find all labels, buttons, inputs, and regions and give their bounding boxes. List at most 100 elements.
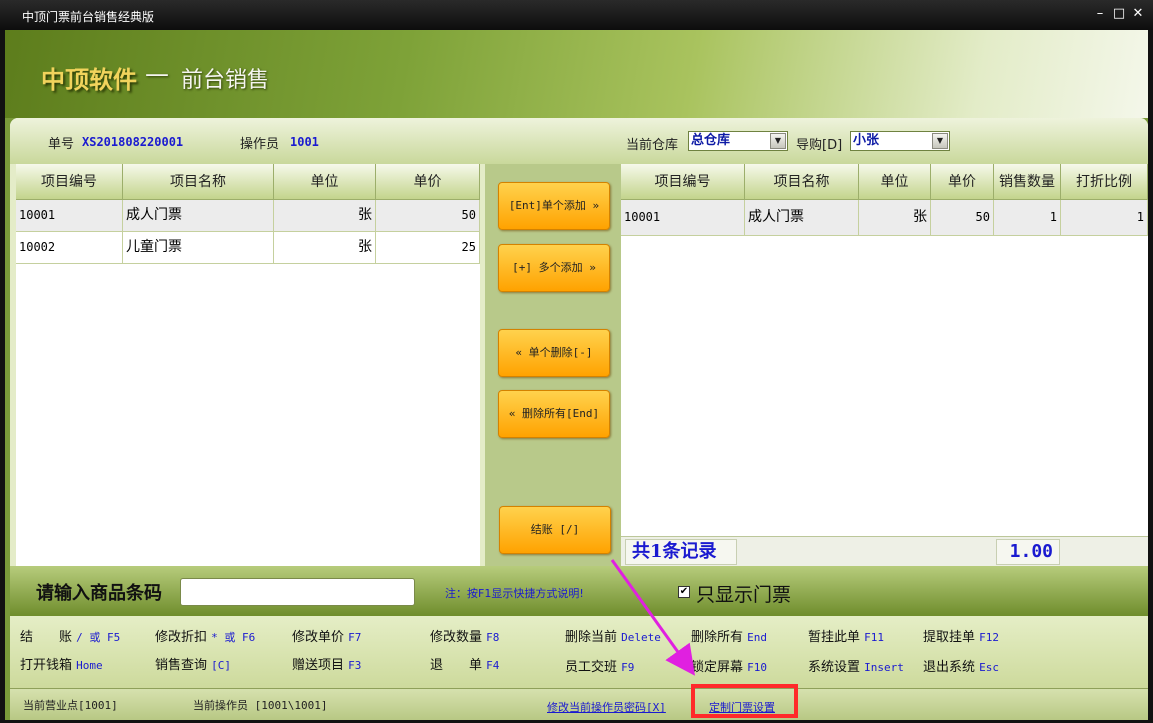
- only-tickets-checkbox[interactable]: ✔: [678, 586, 690, 598]
- shortcut-item[interactable]: 暂挂此单 F11: [808, 626, 884, 645]
- shortcut-key: F11: [864, 631, 885, 644]
- minimize-icon[interactable]: –: [1091, 5, 1109, 23]
- order-label: 单号: [48, 137, 75, 152]
- shortcut-label: 修改折扣: [155, 630, 208, 645]
- client-area: 中顶软件 — 前台销售 单号 XS201808220001 操作员 1001 当…: [5, 30, 1148, 720]
- window-title: 中顶门票前台销售经典版: [22, 10, 155, 24]
- table-cell[interactable]: 50: [931, 200, 994, 236]
- table-cell[interactable]: 成人门票: [745, 200, 859, 236]
- shortcut-label: 系统设置: [808, 660, 861, 675]
- operator-label: 操作员: [240, 137, 280, 152]
- table-cell[interactable]: 成人门票: [123, 200, 274, 232]
- shortcut-label: 删除当前: [565, 630, 618, 645]
- table-cell[interactable]: 50: [376, 200, 480, 232]
- barcode-input[interactable]: [180, 578, 415, 606]
- ticket-settings-link[interactable]: 定制门票设置: [709, 699, 775, 715]
- shortcut-item[interactable]: 修改折扣 * 或 F6: [155, 626, 255, 645]
- column-header[interactable]: 项目名称: [745, 164, 859, 200]
- shortcut-key: [C]: [211, 659, 232, 672]
- column-header[interactable]: 单位: [274, 164, 376, 200]
- shortcut-key: F8: [486, 631, 500, 644]
- chevron-down-icon[interactable]: ▼: [932, 133, 948, 149]
- shortcut-item[interactable]: 删除所有 End: [691, 626, 767, 645]
- shortcut-item[interactable]: 系统设置 Insert: [808, 656, 904, 675]
- column-header[interactable]: 单价: [931, 164, 994, 200]
- delete-all-button[interactable]: « 删除所有[End]: [498, 390, 610, 438]
- shortcut-key: / 或 F5: [76, 631, 121, 644]
- shortcut-item[interactable]: 退 单 F4: [430, 654, 499, 673]
- shortcut-key: Esc: [979, 661, 1000, 674]
- warehouse-select[interactable]: 总仓库 ▼: [688, 131, 788, 151]
- checkout-button[interactable]: 结账 [/]: [499, 506, 611, 554]
- column-header[interactable]: 项目编号: [16, 164, 123, 200]
- shortcut-item[interactable]: 锁定屏幕 F10: [691, 656, 767, 675]
- shortcut-label: 退出系统: [923, 660, 976, 675]
- only-tickets-label[interactable]: 只显示门票: [696, 580, 791, 607]
- shortcut-key: * 或 F6: [211, 631, 256, 644]
- info-bar: 单号 XS201808220001 操作员 1001 当前仓库 总仓库 ▼ 导购…: [10, 118, 1148, 164]
- shortcut-item[interactable]: 销售查询 [C]: [155, 654, 231, 673]
- operator-value: 1001: [290, 135, 319, 149]
- shortcut-key: Home: [76, 659, 103, 672]
- delete-single-button[interactable]: « 单个删除[-]: [498, 329, 610, 377]
- banner-subtitle: 前台销售: [181, 68, 270, 93]
- table-cell[interactable]: 10002: [16, 232, 123, 264]
- column-header[interactable]: 单价: [376, 164, 480, 200]
- shortcut-key: F4: [486, 659, 500, 672]
- shortcut-key: Delete: [621, 631, 661, 644]
- shortcut-key: F12: [979, 631, 1000, 644]
- operator-status: 当前操作员 [1001\1001]: [193, 699, 328, 712]
- table-cell[interactable]: 张: [274, 200, 376, 232]
- cart-table: 项目编号 项目名称 单位 单价 销售数量 打折比例 10001 成人门票 张 5…: [621, 164, 1148, 536]
- column-header[interactable]: 项目名称: [123, 164, 274, 200]
- table-cell[interactable]: 25: [376, 232, 480, 264]
- column-header[interactable]: 单位: [859, 164, 931, 200]
- app-window: 中顶门票前台销售经典版 – □ ✕ 中顶软件 — 前台销售 单号 XS20180…: [0, 0, 1153, 723]
- shortcut-label: 修改单价: [292, 630, 345, 645]
- close-icon[interactable]: ✕: [1129, 5, 1147, 23]
- shortcut-panel: 结 账 / 或 F5 修改折扣 * 或 F6 修改单价 F7 修改数量 F8 删…: [10, 616, 1148, 688]
- table-cell[interactable]: 1: [1061, 200, 1148, 236]
- shortcut-item[interactable]: 提取挂单 F12: [923, 626, 999, 645]
- status-bar: 当前营业点[1001] 当前操作员 [1001\1001] 修改当前操作员密码[…: [10, 684, 1148, 720]
- table-cell[interactable]: 儿童门票: [123, 232, 274, 264]
- shortcut-label: 退 单: [430, 658, 483, 673]
- shortcut-key: F7: [348, 631, 362, 644]
- record-count: 共1条记录: [625, 539, 737, 565]
- guide-label: 导购[D]: [796, 138, 843, 153]
- shortcut-item[interactable]: 退出系统 Esc: [923, 656, 999, 675]
- table-cell[interactable]: 1: [994, 200, 1061, 236]
- shortcut-label: 修改数量: [430, 630, 483, 645]
- shortcut-item[interactable]: 修改数量 F8: [430, 626, 499, 645]
- shortcut-item[interactable]: 删除当前 Delete: [565, 626, 661, 645]
- column-header[interactable]: 销售数量: [994, 164, 1061, 200]
- table-cell[interactable]: 张: [859, 200, 931, 236]
- shortcut-item[interactable]: 结 账 / 或 F5: [20, 626, 120, 645]
- shortcut-key: F9: [621, 661, 635, 674]
- table-cell[interactable]: 10001: [621, 200, 745, 236]
- shortcut-item[interactable]: 打开钱箱 Home: [20, 654, 103, 673]
- shortcut-key: End: [747, 631, 768, 644]
- guide-select[interactable]: 小张 ▼: [850, 131, 950, 151]
- chevron-down-icon[interactable]: ▼: [770, 133, 786, 149]
- action-panel: [Ent]单个添加 » [+] 多个添加 » « 单个删除[-] « 删除所有[…: [485, 164, 621, 568]
- table-cell[interactable]: 10001: [16, 200, 123, 232]
- shortcut-key: F3: [348, 659, 362, 672]
- column-header[interactable]: 项目编号: [621, 164, 745, 200]
- add-multiple-button[interactable]: [+] 多个添加 »: [498, 244, 610, 292]
- shortcut-item[interactable]: 修改单价 F7: [292, 626, 361, 645]
- maximize-icon[interactable]: □: [1110, 5, 1128, 23]
- shortcut-label: 提取挂单: [923, 630, 976, 645]
- table-cell[interactable]: 张: [274, 232, 376, 264]
- column-header[interactable]: 打折比例: [1061, 164, 1148, 200]
- change-password-link[interactable]: 修改当前操作员密码[X]: [547, 699, 666, 715]
- item-table: 项目编号 项目名称 单位 单价 10001 成人门票 张 50 10002 儿童…: [16, 164, 480, 566]
- shortcut-key: F10: [747, 661, 768, 674]
- title-bar: 中顶门票前台销售经典版 – □ ✕: [0, 0, 1153, 30]
- shortcut-item[interactable]: 赠送项目 F3: [292, 654, 361, 673]
- add-single-button[interactable]: [Ent]单个添加 »: [498, 182, 610, 230]
- barcode-bar: 请输入商品条码 注：按F1显示快捷方式说明! ✔ 只显示门票: [10, 566, 1148, 616]
- warehouse-label: 当前仓库: [626, 138, 679, 153]
- banner-dash: —: [145, 60, 169, 88]
- shortcut-item[interactable]: 员工交班 F9: [565, 656, 634, 675]
